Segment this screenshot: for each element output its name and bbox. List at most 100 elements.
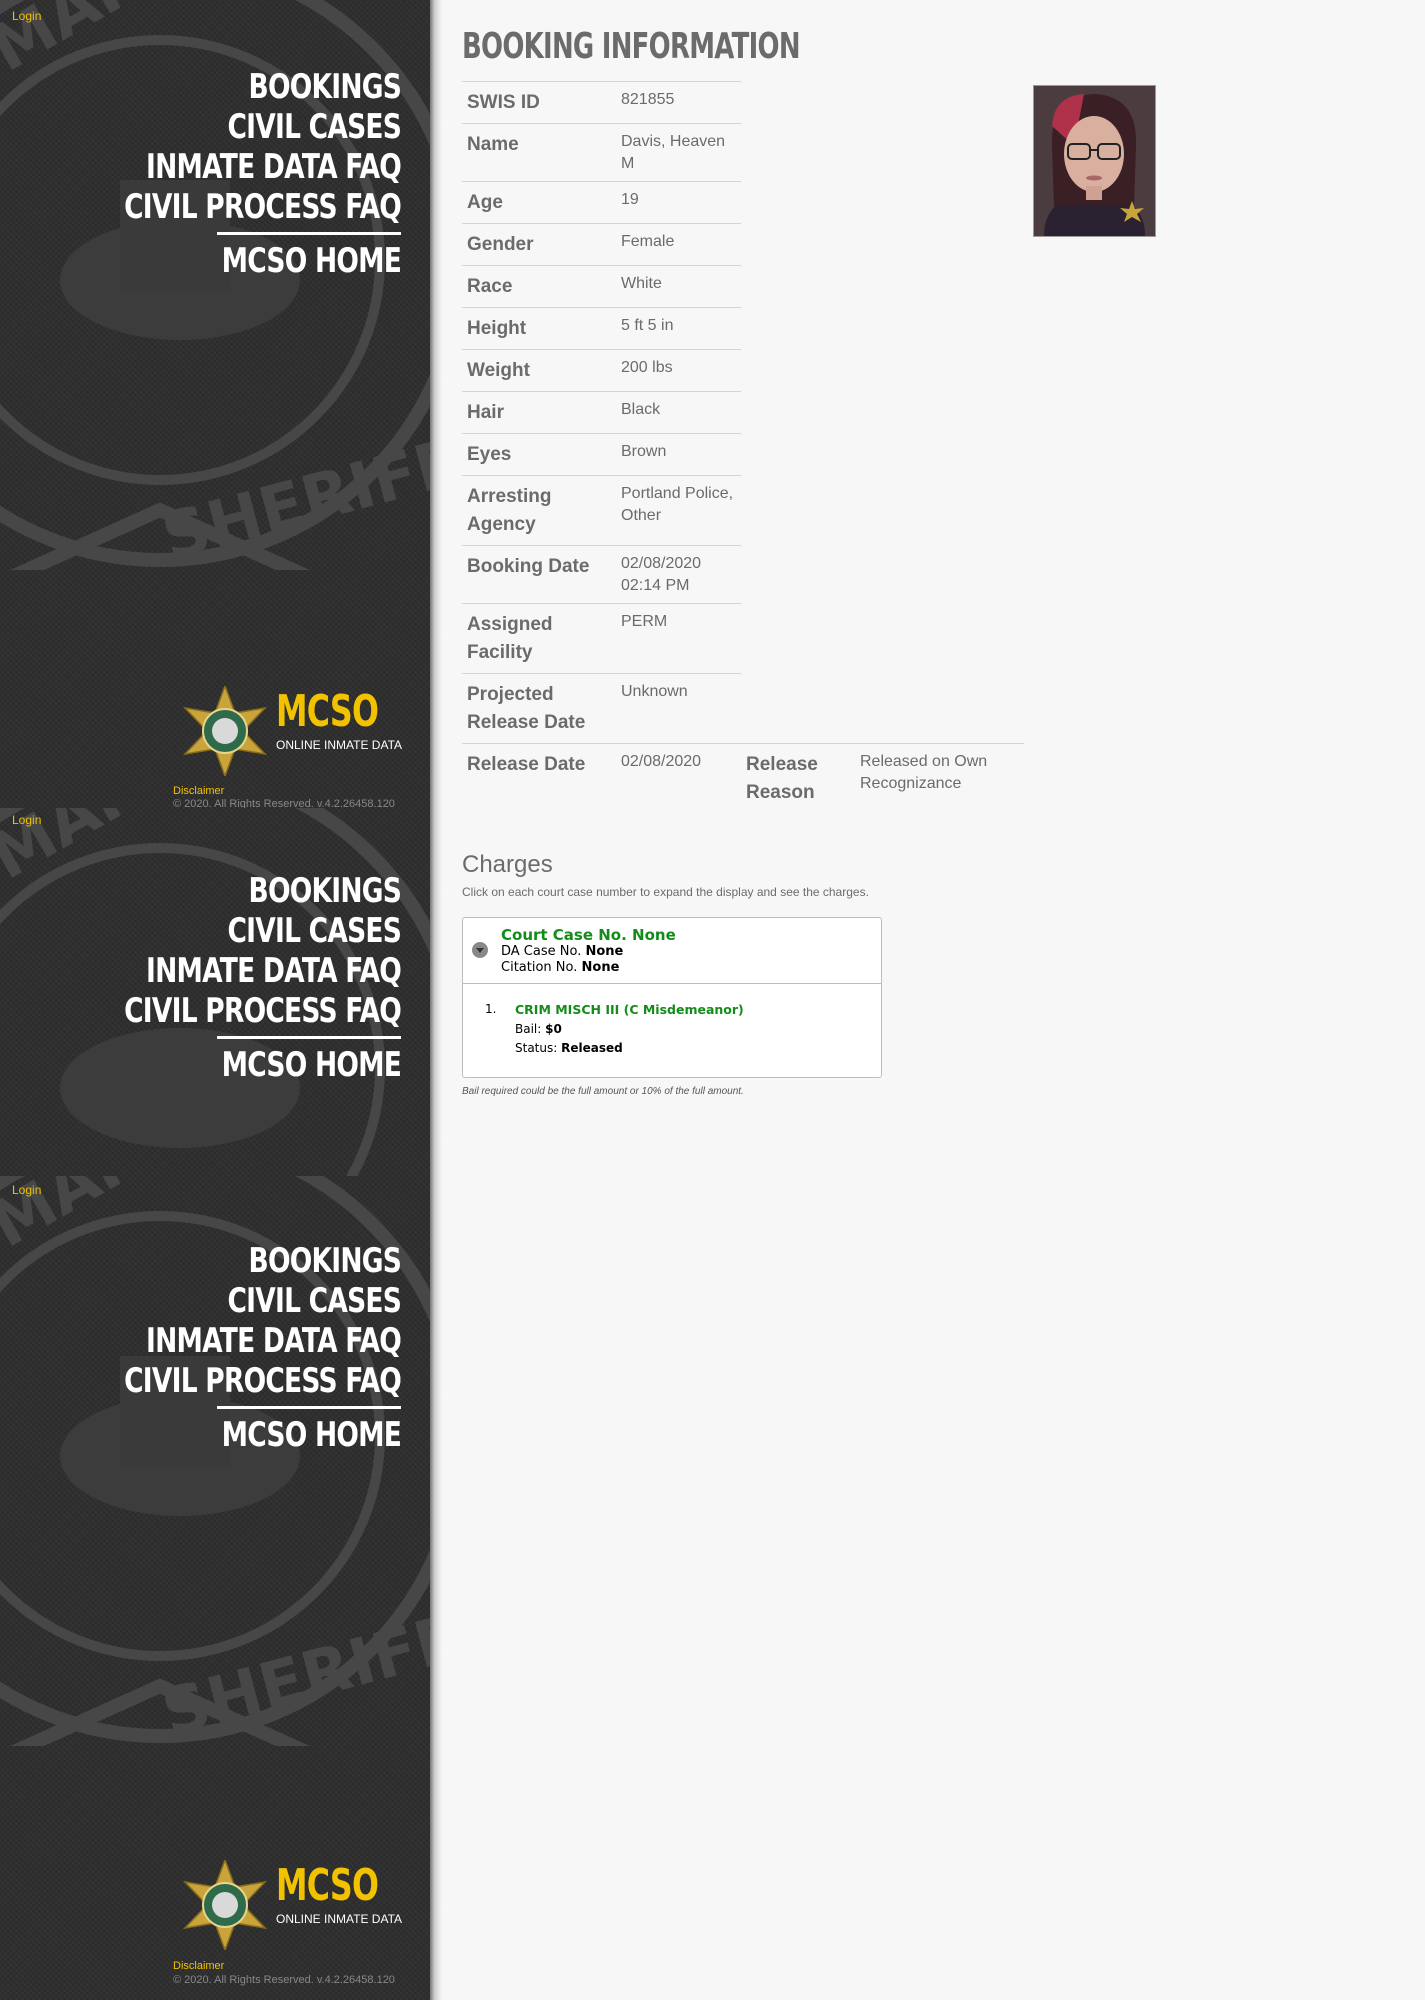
- field-label: Arresting Agency: [462, 475, 617, 546]
- nav-bookings[interactable]: BOOKINGS: [124, 1241, 401, 1281]
- brand-logo[interactable]: MCSO ONLINE INMATE DATA: [180, 1860, 420, 1950]
- inmate-photo: [1033, 85, 1156, 237]
- field-value: Released on Own Recognizance: [856, 743, 1024, 813]
- brand-subtitle: ONLINE INMATE DATA: [276, 1912, 403, 1926]
- svg-text:SHERIFF: SHERIFF: [155, 425, 432, 570]
- nav-divider: [217, 1406, 401, 1409]
- charge-status: Status: Released: [515, 1041, 744, 1055]
- field-label: Release Date: [462, 743, 617, 813]
- list-item: 1. CRIM MISCH III (C Misdemeanor) Bail: …: [485, 1002, 871, 1055]
- table-row: Release Date 02/08/2020 Release Reason R…: [462, 743, 1024, 813]
- field-value: White: [617, 265, 741, 308]
- bail-value: $0: [545, 1022, 562, 1036]
- login-link[interactable]: Login: [12, 1183, 41, 1197]
- sidebar: OMAH SHERIFF Login BOOKINGS CIVIL CASES …: [0, 0, 432, 2000]
- nav-civil-cases[interactable]: CIVIL CASES: [124, 911, 401, 951]
- field-label: Booking Date: [462, 545, 617, 604]
- svg-text:SHERIFF: SHERIFF: [155, 1601, 432, 1746]
- field-value: 02/08/2020: [617, 743, 741, 813]
- nav-inmate-data-faq[interactable]: INMATE DATA FAQ: [124, 1321, 402, 1361]
- login-link[interactable]: Login: [12, 813, 41, 827]
- nav-inmate-data-faq[interactable]: INMATE DATA FAQ: [124, 951, 402, 991]
- court-case-header[interactable]: Court Case No. None DA Case No. None Cit…: [463, 918, 881, 984]
- field-label: Height: [462, 307, 617, 350]
- brand-logo[interactable]: MCSO ONLINE INMATE DATA: [180, 686, 420, 776]
- court-case-value: None: [632, 926, 676, 944]
- main-content: BOOKING INFORMATION SWIS ID 821855 Name Da…: [462, 26, 1402, 1097]
- disclaimer-link[interactable]: Disclaimer: [173, 1960, 224, 1972]
- copyright: © 2020. All Rights Reserved. v.4.2.26458…: [173, 1974, 395, 1986]
- field-value: Portland Police, Other: [617, 475, 741, 546]
- field-label: Hair: [462, 391, 617, 434]
- booking-info-table: SWIS ID 821855 Name Davis, Heaven M Age 19 …: [462, 81, 1024, 813]
- copyright: © 2020. All Rights Reserved. v.4.2.26458…: [173, 798, 395, 808]
- field-value: PERM: [617, 603, 741, 674]
- field-value: Davis, Heaven M: [617, 123, 741, 182]
- nav-bookings[interactable]: BOOKINGS: [124, 67, 401, 107]
- field-value: Unknown: [617, 673, 741, 744]
- charge-bail: Bail: $0: [515, 1022, 744, 1036]
- citation-value: None: [581, 960, 620, 975]
- nav-mcso-home[interactable]: MCSO HOME: [124, 1045, 402, 1085]
- da-case-value: None: [585, 944, 624, 959]
- sidebar-panel: OMAH SHERIFF Login BOOKINGS CIVIL CASES …: [0, 0, 432, 808]
- court-case-panel: Court Case No. None DA Case No. None Cit…: [462, 917, 882, 1078]
- field-value: Female: [617, 223, 741, 266]
- chevron-down-icon[interactable]: [472, 942, 488, 958]
- table-row: Assigned Facility PERM: [462, 603, 1024, 674]
- field-value: 200 lbs: [617, 349, 741, 392]
- brand-name: MCSO: [276, 686, 379, 737]
- sheriff-star-icon: [182, 1860, 268, 1950]
- nav-civil-process-faq[interactable]: CIVIL PROCESS FAQ: [124, 1361, 402, 1401]
- table-row: Arresting Agency Portland Police, Other: [462, 475, 1024, 546]
- nav-mcso-home[interactable]: MCSO HOME: [124, 1415, 402, 1455]
- login-link[interactable]: Login: [12, 9, 41, 23]
- charges-heading: Charges: [462, 851, 553, 878]
- nav-civil-process-faq[interactable]: CIVIL PROCESS FAQ: [124, 187, 402, 227]
- charge-number: 1.: [485, 1002, 497, 1016]
- field-value: Black: [617, 391, 741, 434]
- field-label: Eyes: [462, 433, 617, 476]
- court-case-number[interactable]: Court Case No. None: [501, 926, 871, 944]
- charge-name: CRIM MISCH III (C Misdemeanor): [515, 1002, 744, 1017]
- nav-civil-cases[interactable]: CIVIL CASES: [124, 107, 401, 147]
- field-label: Age: [462, 181, 617, 224]
- main-nav: BOOKINGS CIVIL CASES INMATE DATA FAQ CIV…: [46, 67, 402, 281]
- table-row: Eyes Brown: [462, 433, 1024, 476]
- da-case-label: DA Case No.: [501, 944, 582, 959]
- nav-civil-process-faq[interactable]: CIVIL PROCESS FAQ: [124, 991, 402, 1031]
- sheriff-star-icon: [182, 686, 268, 776]
- field-value: 5 ft 5 in: [617, 307, 741, 350]
- page-title: BOOKING INFORMATION: [462, 26, 801, 67]
- bail-label: Bail:: [515, 1022, 542, 1036]
- nav-mcso-home[interactable]: MCSO HOME: [124, 241, 402, 281]
- disclaimer-link[interactable]: Disclaimer: [173, 785, 224, 797]
- table-row: Height 5 ft 5 in: [462, 307, 1024, 350]
- table-row: Booking Date 02/08/2020 02:14 PM: [462, 545, 1024, 604]
- field-value: 821855: [617, 81, 741, 124]
- nav-inmate-data-faq[interactable]: INMATE DATA FAQ: [124, 147, 402, 187]
- field-label: Gender: [462, 223, 617, 266]
- nav-divider: [217, 1036, 401, 1039]
- table-row: SWIS ID 821855: [462, 81, 1024, 124]
- table-row: Projected Release Date Unknown: [462, 673, 1024, 744]
- table-row: Age 19: [462, 181, 1024, 224]
- da-case-number: DA Case No. None: [501, 944, 871, 960]
- sidebar-panel: OMAH SHERIFF Login BOOKINGS CIVIL CASES …: [0, 1176, 432, 2000]
- sidebar-edge-shadow: [430, 0, 442, 2000]
- table-row: Name Davis, Heaven M: [462, 123, 1024, 182]
- field-label: Race: [462, 265, 617, 308]
- field-label: Projected Release Date: [462, 673, 617, 744]
- status-value: Released: [561, 1041, 623, 1055]
- citation-number: Citation No. None: [501, 960, 871, 976]
- main-nav: BOOKINGS CIVIL CASES INMATE DATA FAQ CIV…: [46, 871, 402, 1085]
- field-value: 02/08/2020 02:14 PM: [617, 545, 741, 604]
- citation-label: Citation No.: [501, 960, 578, 975]
- table-row: Gender Female: [462, 223, 1024, 266]
- nav-civil-cases[interactable]: CIVIL CASES: [124, 1281, 401, 1321]
- nav-bookings[interactable]: BOOKINGS: [124, 871, 401, 911]
- field-label: Name: [462, 123, 617, 182]
- bail-note: Bail required could be the full amount o…: [462, 1086, 744, 1097]
- charges-list: 1. CRIM MISCH III (C Misdemeanor) Bail: …: [463, 984, 881, 1077]
- table-row: Hair Black: [462, 391, 1024, 434]
